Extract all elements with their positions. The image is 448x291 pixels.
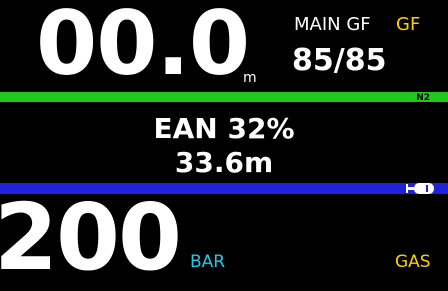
gas-name: EAN 32%: [153, 112, 295, 145]
tank-pressure-value: 200: [0, 184, 182, 291]
gf-value: 85/85: [292, 43, 387, 78]
tank-pressure-unit: BAR: [190, 252, 226, 272]
n2-label: N2: [416, 93, 430, 103]
gf-tag: GF: [396, 14, 421, 35]
tank-icon: [406, 183, 434, 194]
gas-mod-value: 33.6m: [174, 146, 274, 179]
depth-value: 00.0: [36, 0, 250, 95]
depth-unit: m: [243, 70, 257, 86]
gas-button[interactable]: GAS: [395, 252, 431, 272]
n2-loading-bar: [0, 92, 448, 102]
gf-mode-label: MAIN GF: [294, 14, 371, 35]
